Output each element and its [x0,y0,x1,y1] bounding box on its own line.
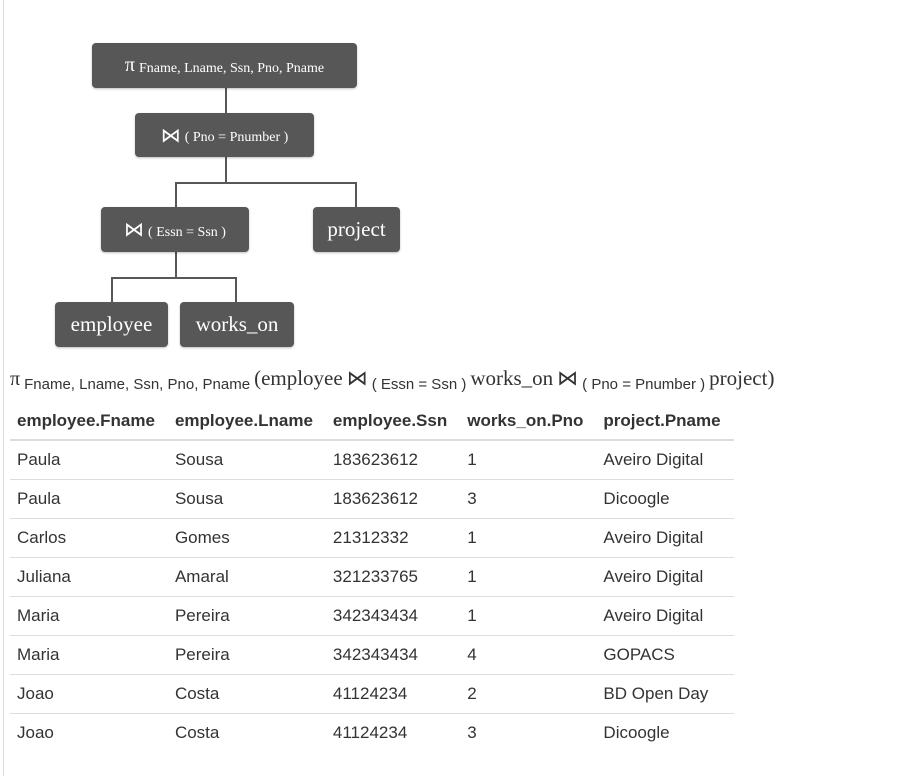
join-condition: ( Essn = Ssn ) [148,224,226,240]
table-cell: Carlos [10,518,168,558]
table-cell: Costa [174,723,220,742]
table-row: Paula Sousa 183623612 3 Dicoogle [10,479,734,519]
join-symbol-icon: ⋈ [124,219,145,241]
table-cell: Paula [10,479,168,519]
table-cell: Dicoogle [603,723,670,742]
table-cell: Dicoogle [596,479,734,519]
table-cell: 183623612 [325,479,461,519]
edge-join-children [175,157,357,207]
table-cell: 342343434 [325,635,461,675]
table-row: Joao Costa 41124234 3 Dicoogle [10,714,734,753]
table-row: Carlos Gomes 21312332 1 Aveiro Digital [10,518,734,558]
table-row: Juliana Amaral 321233765 1 Aveiro Digita… [10,557,734,597]
table-cell: GOPACS [596,635,734,675]
table-cell: Joao [17,723,54,742]
join-symbol-icon: ⋈ [160,124,181,147]
table-cell: Amaral [167,557,326,597]
table-cell: 1 [460,440,597,480]
table-cell: Sousa [167,479,326,519]
relational-algebra-tree: π Fname, Lname, Ssn, Pno, Pname ⋈ ( Pno … [0,0,917,360]
column-header[interactable]: employee.Ssn [325,401,461,441]
table-cell: 183623612 [325,440,461,480]
join-node-pno[interactable]: ⋈ ( Pno = Pnumber ) [135,113,314,157]
relation-node-works-on[interactable]: works_on [180,302,294,347]
result-table: employee.Fname employee.Lname employee.S… [10,401,734,752]
table-cell: Maria [10,635,168,675]
relation-label: works_on [195,312,279,336]
table-cell: Sousa [167,440,326,480]
relation-label: project [327,217,386,241]
table-cell: 321233765 [325,557,461,597]
table-cell: Aveiro Digital [596,518,734,558]
relation-label: employee [70,312,153,336]
pi-symbol: π [124,54,135,76]
table-cell: 4 [460,635,597,675]
table-cell: 1 [460,596,597,636]
expression-rel-works-on: works_on [470,366,554,390]
table-row: Joao Costa 41124234 2 BD Open Day [10,674,734,714]
table-cell: Joao [10,674,168,714]
expression-join-condition: ( Essn = Ssn ) [371,376,467,393]
table-cell: Paula [10,440,168,480]
expression-join-condition: ( Pno = Pnumber ) [582,376,706,393]
table-cell: 21312332 [325,518,461,558]
table-cell: Costa [167,674,326,714]
column-header[interactable]: project.Pname [596,401,734,441]
join-node-essn[interactable]: ⋈ ( Essn = Ssn ) [101,207,249,252]
expression-rel-employee: employee [261,366,343,390]
table-cell: 3 [467,723,477,742]
column-header[interactable]: employee.Fname [10,401,168,441]
table-cell: Maria [10,596,168,636]
edge-join2-children [111,252,237,302]
projection-node[interactable]: π Fname, Lname, Ssn, Pno, Pname [92,43,357,88]
relation-node-employee[interactable]: employee [55,302,168,347]
table-cell: 1 [460,557,597,597]
join-symbol-icon: ⋈ [346,366,368,390]
paren-open: ( [254,366,262,390]
table-cell: 3 [460,479,597,519]
table-cell: Aveiro Digital [596,596,734,636]
table-cell: Aveiro Digital [596,557,734,597]
join-symbol-icon: ⋈ [557,366,579,390]
table-row: Maria Pereira 342343434 1 Aveiro Digital [10,596,734,636]
table-row: Maria Pereira 342343434 4 GOPACS [10,635,734,675]
join-condition: ( Pno = Pnumber ) [184,130,289,145]
table-cell: Juliana [10,557,168,597]
table-cell: 1 [460,518,597,558]
table-cell: BD Open Day [596,674,734,714]
table-cell: 342343434 [325,596,461,636]
table-row: Paula Sousa 183623612 1 Aveiro Digital [10,440,734,480]
table-cell: 41124234 [332,723,408,742]
column-header[interactable]: works_on.Pno [460,401,597,441]
projection-attributes: Fname, Lname, Ssn, Pno, Pname [139,60,325,76]
pi-symbol: π [10,368,21,390]
table-cell: Pereira [167,635,326,675]
expression-rel-project: project [709,366,768,390]
column-header[interactable]: employee.Lname [167,401,326,441]
table-cell: Aveiro Digital [596,440,734,480]
expression-attributes: Fname, Lname, Ssn, Pno, Pname [24,376,251,393]
relation-node-project[interactable]: project [313,207,400,252]
algebra-expression: π Fname, Lname, Ssn, Pno, Pname (employe… [10,366,775,393]
table-cell: 2 [460,674,597,714]
table-cell: 41124234 [325,674,461,714]
table-header-row: employee.Fname employee.Lname employee.S… [10,401,734,441]
paren-close: ) [767,366,775,390]
table-cell: Pereira [167,596,326,636]
table-cell: Gomes [167,518,326,558]
